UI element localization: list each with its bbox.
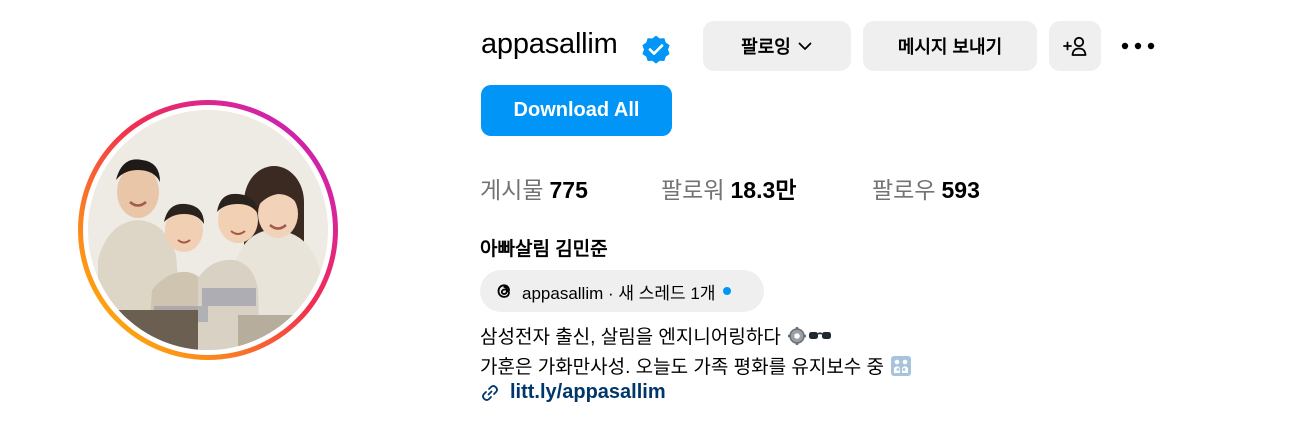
stat-following[interactable]: 팔로우 593 <box>872 171 980 205</box>
stat-followers[interactable]: 팔로워 18.3만 <box>661 171 796 205</box>
more-icon <box>1121 42 1155 50</box>
profile-full-name: 아빠살림 김민준 <box>480 239 608 260</box>
link-icon <box>482 384 498 401</box>
stat-followers-label: 팔로워 <box>661 177 725 203</box>
stat-posts-value: 775 <box>549 177 588 203</box>
threads-text: appasallim · 새 스레드 1개 <box>522 283 716 303</box>
avatar[interactable] <box>88 110 328 350</box>
stat-followers-value: 18.3만 <box>730 177 797 203</box>
link-text: litt.ly/appasallim <box>510 381 666 403</box>
stat-following-value: 593 <box>941 177 980 203</box>
add-user-button[interactable] <box>1049 21 1101 71</box>
gear-glasses-emoji-icon <box>787 326 831 345</box>
download-all-button[interactable]: Download All <box>481 85 672 136</box>
avatar-ring-gap <box>83 105 333 355</box>
profile-username: appasallim <box>481 28 618 60</box>
new-indicator-dot <box>723 287 732 295</box>
stat-posts-label: 게시물 <box>480 177 544 203</box>
following-button[interactable]: 팔로잉 <box>703 21 851 71</box>
threads-badge[interactable]: appasallim · 새 스레드 1개 <box>480 270 764 312</box>
following-label: 팔로잉 <box>741 37 791 57</box>
avatar-family-photo <box>88 110 328 350</box>
message-label: 메시지 보내기 <box>897 37 1003 57</box>
avatar-story-ring[interactable] <box>78 100 338 360</box>
bio-line-2-text: 가훈은 가화만사성. 오늘도 가족 평화를 유지보수 중 <box>480 357 885 378</box>
verified-badge-icon <box>642 35 670 64</box>
add-user-icon <box>1063 36 1087 56</box>
bio-line-2: 가훈은 가화만사성. 오늘도 가족 평화를 유지보수 중 <box>480 352 912 379</box>
stat-posts: 게시물 775 <box>480 171 588 205</box>
family-emoji-icon <box>891 355 912 376</box>
external-link[interactable]: litt.ly/appasallim <box>480 381 666 404</box>
stat-following-label: 팔로우 <box>872 177 936 203</box>
bio-line-1: 삼성전자 출신, 살림을 엔지니어링하다 <box>480 322 833 349</box>
chevron-down-icon <box>798 42 812 50</box>
message-button[interactable]: 메시지 보내기 <box>863 21 1037 71</box>
more-options-button[interactable] <box>1118 34 1158 58</box>
threads-icon <box>492 279 516 303</box>
bio-line-1-text: 삼성전자 출신, 살림을 엔지니어링하다 <box>480 327 781 348</box>
